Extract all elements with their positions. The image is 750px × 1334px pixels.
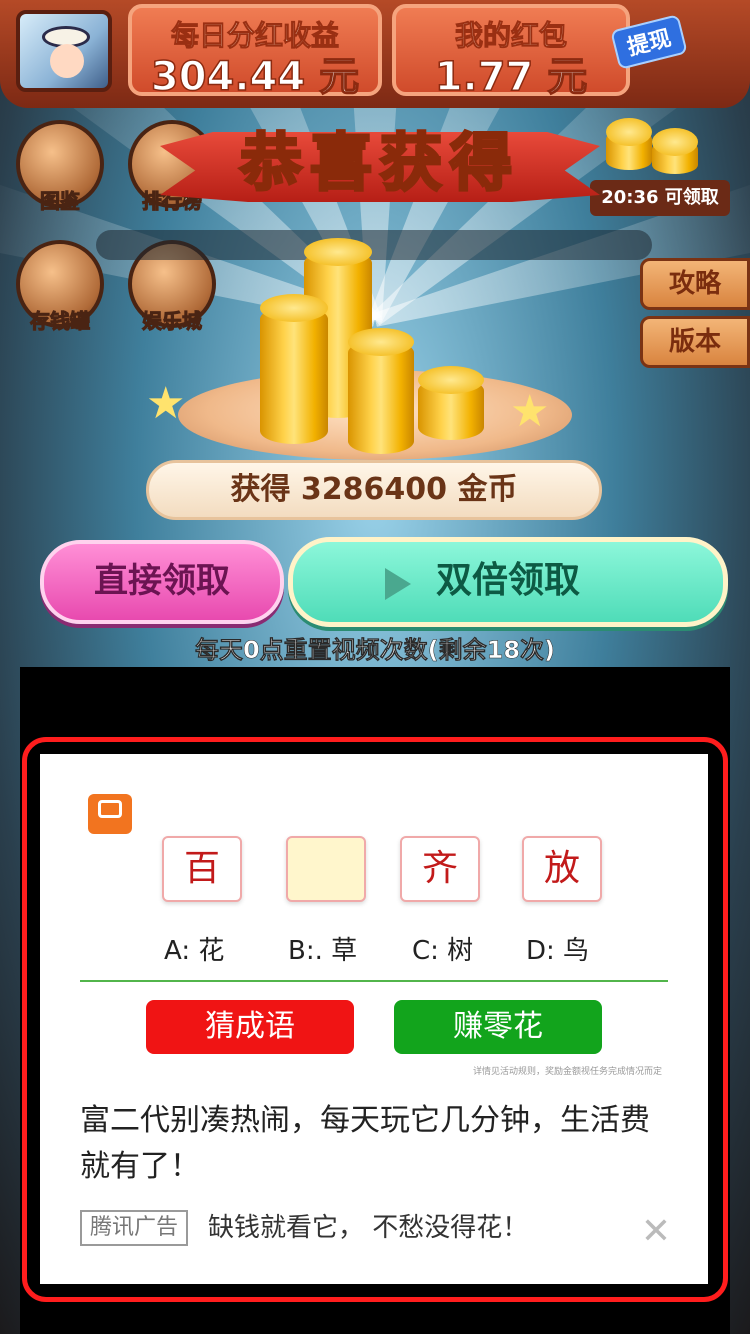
option-b[interactable]: B:. 草 bbox=[288, 930, 357, 967]
catalog-icon[interactable]: 图鉴 bbox=[16, 120, 104, 214]
divider bbox=[80, 980, 668, 982]
avatar[interactable] bbox=[16, 10, 112, 92]
daily-dividend-box: 每日分红收益 304.44 元 bbox=[128, 4, 382, 101]
reward-text: 获得 3286400 金币 bbox=[146, 460, 602, 520]
piggy-bank-label: 存钱罐 bbox=[30, 309, 91, 334]
earn-money-button[interactable]: 赚零花 bbox=[394, 1000, 602, 1054]
top-bar: 每日分红收益 304.44 元 我的红包 1.77 元 提现 bbox=[0, 0, 750, 108]
close-icon[interactable]: ✕ bbox=[636, 1212, 676, 1252]
gold-stack-icon bbox=[652, 128, 698, 174]
double-claim-button[interactable]: 双倍领取 bbox=[288, 537, 728, 627]
star-icon: ★ bbox=[510, 386, 550, 437]
guide-button[interactable]: 攻略 bbox=[640, 258, 750, 310]
idiom-char-box: 放 bbox=[522, 836, 602, 902]
coin-stack bbox=[348, 328, 414, 454]
daily-dividend-value: 304.44 元 bbox=[150, 53, 360, 101]
ad-subtitle: 缺钱就看它， 不愁没得花！ bbox=[208, 1213, 529, 1243]
red-packet-label: 我的红包 bbox=[454, 19, 567, 53]
option-d[interactable]: D: 鸟 bbox=[526, 930, 589, 967]
idiom-char-box: 百 bbox=[162, 836, 242, 902]
option-c[interactable]: C: 树 bbox=[412, 930, 473, 967]
popup-title: 恭喜获得 bbox=[238, 125, 520, 201]
coin-stack bbox=[418, 366, 484, 440]
play-icon bbox=[385, 568, 411, 600]
direct-claim-button[interactable]: 直接领取 bbox=[40, 540, 284, 624]
gold-stack-icon bbox=[606, 118, 652, 170]
guess-idiom-button[interactable]: 猜成语 bbox=[146, 1000, 354, 1054]
fine-print: 详情见活动规则，奖励金额视任务完成情况而定 bbox=[472, 1067, 662, 1077]
title-ribbon: 恭喜获得 bbox=[160, 112, 600, 212]
piggy-bank-icon[interactable]: 存钱罐 bbox=[16, 240, 104, 334]
video-app-logo-icon bbox=[88, 794, 132, 834]
star-icon: ★ bbox=[146, 378, 186, 429]
catalog-label: 图鉴 bbox=[40, 189, 81, 214]
option-a[interactable]: A: 花 bbox=[164, 930, 224, 967]
ad-card[interactable]: 百 齐 放 A: 花 B:. 草 C: 树 D: 鸟 猜成语 赚零花 详情见活动… bbox=[40, 754, 708, 1284]
red-packet-value: 1.77 元 bbox=[434, 53, 588, 101]
entertainment-label: 娱乐城 bbox=[142, 309, 203, 334]
reset-notice: 每天0点重置视频次数(剩余18次) bbox=[194, 636, 556, 665]
idiom-char-box: 齐 bbox=[400, 836, 480, 902]
red-packet-box: 我的红包 1.77 元 bbox=[392, 4, 630, 101]
idiom-blank-box[interactable] bbox=[286, 836, 366, 902]
version-button[interactable]: 版本 bbox=[640, 316, 750, 368]
ad-source-tag: 腾讯广告 bbox=[80, 1210, 189, 1246]
daily-dividend-label: 每日分红收益 bbox=[170, 19, 339, 53]
ad-headline[interactable]: 富二代别凑热闹，每天玩它几分钟，生活费就有了！ bbox=[80, 1098, 670, 1190]
double-claim-label: 双倍领取 bbox=[435, 560, 580, 601]
notice-bar bbox=[96, 230, 652, 260]
coin-stack bbox=[260, 294, 328, 444]
claim-timer[interactable]: 20:36 可领取 bbox=[590, 180, 730, 216]
